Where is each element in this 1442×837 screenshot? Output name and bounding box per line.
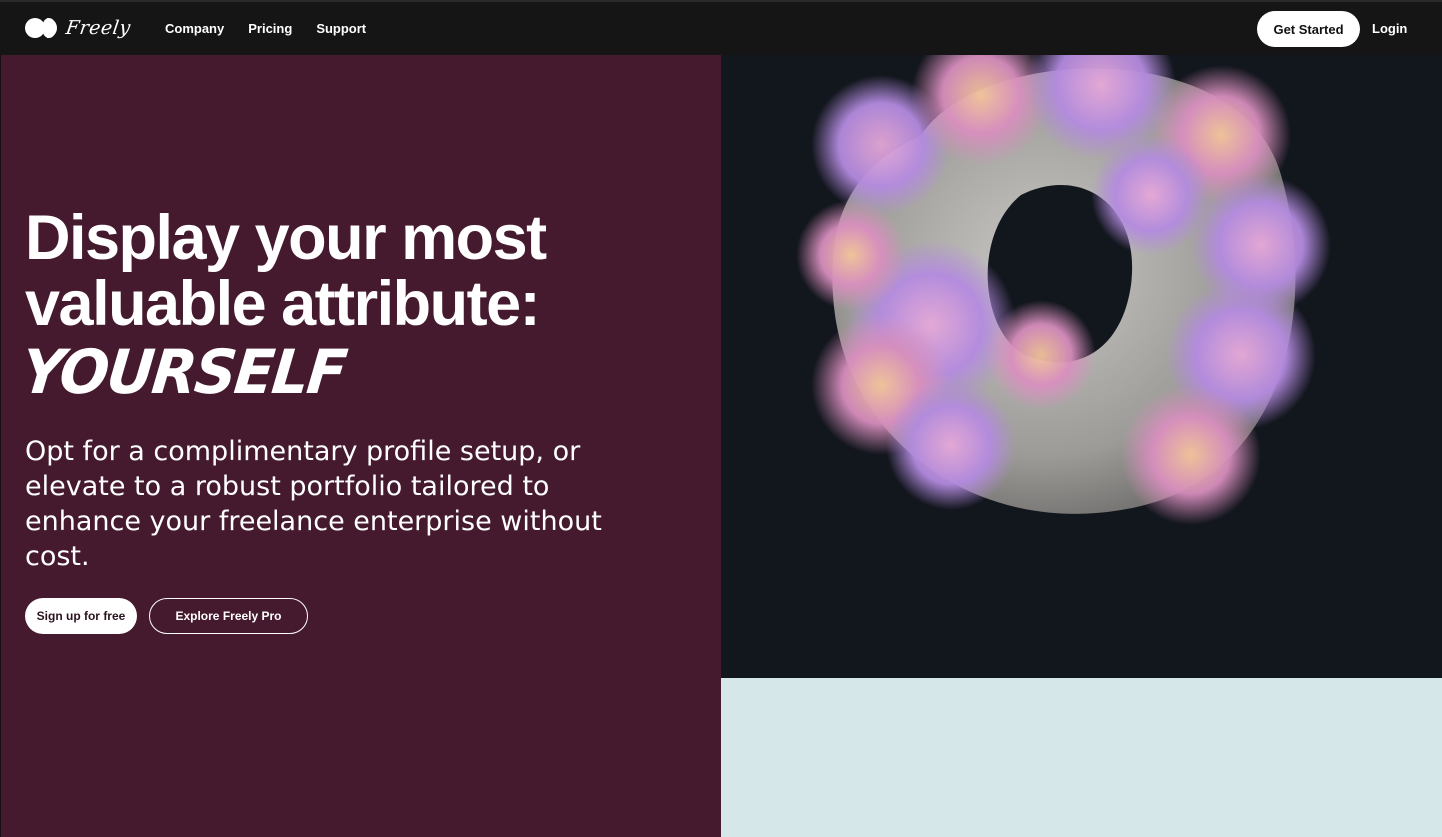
- nav-link-pricing[interactable]: Pricing: [248, 21, 292, 36]
- hero-subcopy: Opt for a complimentary profile setup, o…: [25, 436, 602, 572]
- floral-torus-artwork: [796, 55, 1331, 525]
- hero-artwork-panel: [721, 55, 1442, 678]
- login-link[interactable]: Login: [1372, 21, 1407, 36]
- get-started-button[interactable]: Get Started: [1257, 11, 1360, 47]
- headline-line-1: Display your most: [25, 203, 547, 273]
- nav-link-company[interactable]: Company: [165, 21, 224, 36]
- sign-up-free-button[interactable]: Sign up for free: [25, 598, 137, 634]
- explore-pro-button[interactable]: Explore Freely Pro: [149, 598, 308, 634]
- lower-right-panel: [721, 678, 1442, 837]
- hero-script-word: YOURSELF: [18, 336, 349, 408]
- top-navigation-bar: Freely Company Pricing Support Get Start…: [0, 0, 1442, 55]
- nav-link-support[interactable]: Support: [316, 21, 366, 36]
- hero-headline: Display your most valuable attribute:: [25, 205, 685, 337]
- headline-line-2: valuable attribute:: [25, 269, 541, 339]
- freely-logo-mark-icon: [25, 18, 57, 38]
- brand-logo[interactable]: Freely: [25, 16, 133, 40]
- primary-nav: Company Pricing Support: [165, 21, 366, 36]
- brand-wordmark: Freely: [64, 17, 133, 39]
